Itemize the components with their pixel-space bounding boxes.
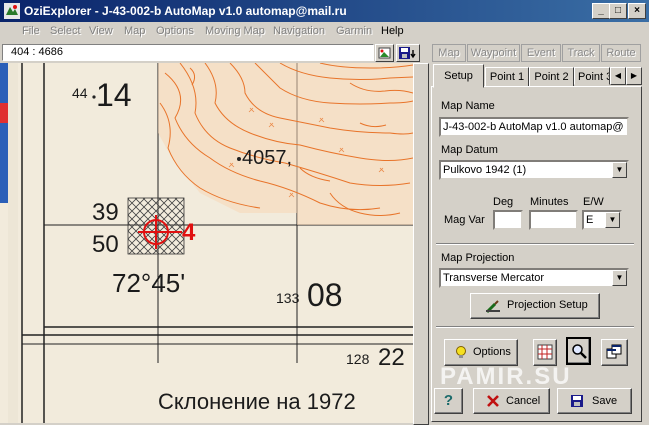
map-name-field[interactable]: J-43-002-b AutoMap v1.0 automap@ <box>439 117 629 137</box>
options-button[interactable]: Options <box>444 339 518 366</box>
help-label: ? <box>443 392 454 409</box>
minutes-label: Minutes <box>530 196 569 208</box>
options-label: Options <box>473 346 511 358</box>
chevron-down-icon[interactable]: ▼ <box>612 270 627 286</box>
menu-select[interactable]: Select <box>50 25 81 37</box>
map-vertical-scrollbar[interactable] <box>413 63 429 425</box>
cancel-label: Cancel <box>506 395 541 407</box>
map-projection-label: Map Projection <box>441 252 515 264</box>
mag-var-deg-input[interactable] <box>493 210 523 230</box>
map-elevation-label: 4057, <box>242 147 293 169</box>
map-declination-caption: Склонение на 1972 <box>158 389 356 414</box>
magnifier-icon <box>572 344 587 359</box>
save-map-icon[interactable] <box>396 44 420 62</box>
mag-var-ew-value: E <box>586 214 594 226</box>
tab-point-2[interactable]: Point 2 <box>529 67 574 87</box>
tab-point-1[interactable]: Point 1 <box>485 67 529 87</box>
map-spot-height-label: 44 <box>72 85 88 101</box>
title-bar: OziExplorer - J-43-002-b AutoMap v1.0 au… <box>0 0 649 22</box>
divider <box>436 326 634 328</box>
map-grid-number-label: 14 <box>96 77 132 113</box>
window-title: OziExplorer - J-43-002-b AutoMap v1.0 au… <box>24 4 347 18</box>
save-label: Save <box>592 395 618 407</box>
floppy-disk-icon <box>571 395 583 407</box>
map-longitude-label: 72°45' <box>112 268 186 298</box>
map-datum-select[interactable]: Pulkovo 1942 (1) ▼ <box>439 160 629 180</box>
map-grid-number-label: 08 <box>307 277 343 313</box>
map-datum-label: Map Datum <box>441 144 498 156</box>
menu-view[interactable]: View <box>89 25 113 37</box>
map-latitude-degree-label: 39 <box>92 199 119 226</box>
copy-windows-button[interactable] <box>601 339 628 366</box>
scrollbar-thumb[interactable] <box>413 63 429 425</box>
minimize-button[interactable]: _ <box>592 3 610 19</box>
chevron-down-icon[interactable]: ▼ <box>605 212 620 228</box>
tab-setup[interactable]: Setup <box>433 64 484 88</box>
map-small-number-label: 128 <box>346 351 370 367</box>
chevron-down-icon[interactable]: ▼ <box>612 162 627 178</box>
close-button[interactable]: × <box>628 3 646 19</box>
tab-waypoint[interactable]: Waypoint <box>467 44 520 62</box>
ew-label: E/W <box>583 196 604 208</box>
oziexplorer-app-icon[interactable] <box>4 3 20 19</box>
map-toolbar: 404 : 4686 <box>0 42 430 63</box>
zoom-button[interactable] <box>566 337 591 365</box>
menu-options[interactable]: Options <box>156 25 194 37</box>
deg-label: Deg <box>493 196 514 208</box>
map-grid-number-label: 22 <box>378 344 405 371</box>
menu-help[interactable]: Help <box>381 25 404 37</box>
map-view[interactable]: 44 14 4057, 39 50 4 72°45' 133 08 128 22… <box>0 63 413 423</box>
divider <box>436 243 634 245</box>
mag-var-label: Mag Var <box>444 214 485 226</box>
tab-route[interactable]: Route <box>601 44 641 62</box>
mag-var-ew-select[interactable]: E ▼ <box>582 210 622 230</box>
map-projection-select[interactable]: Transverse Mercator ▼ <box>439 268 629 288</box>
tab-track[interactable]: Track <box>562 44 600 62</box>
menu-moving-map[interactable]: Moving Map <box>205 25 265 37</box>
lightbulb-icon <box>456 346 466 358</box>
map-small-number-label: 133 <box>276 290 300 306</box>
menu-garmin[interactable]: Garmin <box>336 25 372 37</box>
maximize-button[interactable]: □ <box>609 3 627 19</box>
tab-map[interactable]: Map <box>432 44 466 62</box>
tab-event[interactable]: Event <box>521 44 561 62</box>
map-image-icon[interactable] <box>375 44 394 62</box>
tab-scroll-right-icon[interactable]: ▶ <box>626 67 642 85</box>
save-button[interactable]: Save <box>557 388 632 414</box>
coordinate-value: 404 : 4686 <box>11 46 63 58</box>
watermark-text: PAMIR.SU <box>440 363 572 390</box>
map-projection-value: Transverse Mercator <box>443 272 545 284</box>
menu-navigation[interactable]: Navigation <box>273 25 325 37</box>
menu-map[interactable]: Map <box>124 25 145 37</box>
help-button[interactable]: ? <box>434 388 463 414</box>
cancel-x-icon <box>487 395 499 407</box>
map-datum-value: Pulkovo 1942 (1) <box>443 164 527 176</box>
tab-scroll-left-icon[interactable]: ◀ <box>610 67 626 85</box>
mag-var-minutes-input[interactable] <box>529 210 578 230</box>
tab-point-3[interactable]: Point 3 <box>574 67 610 85</box>
calibration-grid-button[interactable] <box>533 339 557 366</box>
menu-file[interactable]: File <box>22 25 40 37</box>
map-name-label: Map Name <box>441 100 495 112</box>
map-latitude-minute-label: 50 <box>92 231 119 258</box>
projection-setup-label: Projection Setup <box>507 299 588 311</box>
projection-setup-button[interactable]: Projection Setup <box>470 293 600 319</box>
windows-icon <box>606 344 622 359</box>
map-marker-label: 4 <box>182 219 196 246</box>
menu-bar: File Select View Map Options Moving Map … <box>0 22 649 41</box>
coordinate-display: 404 : 4686 <box>2 44 374 61</box>
grid-icon <box>537 344 553 360</box>
cancel-button[interactable]: Cancel <box>473 388 550 414</box>
projection-setup-icon <box>485 300 500 314</box>
